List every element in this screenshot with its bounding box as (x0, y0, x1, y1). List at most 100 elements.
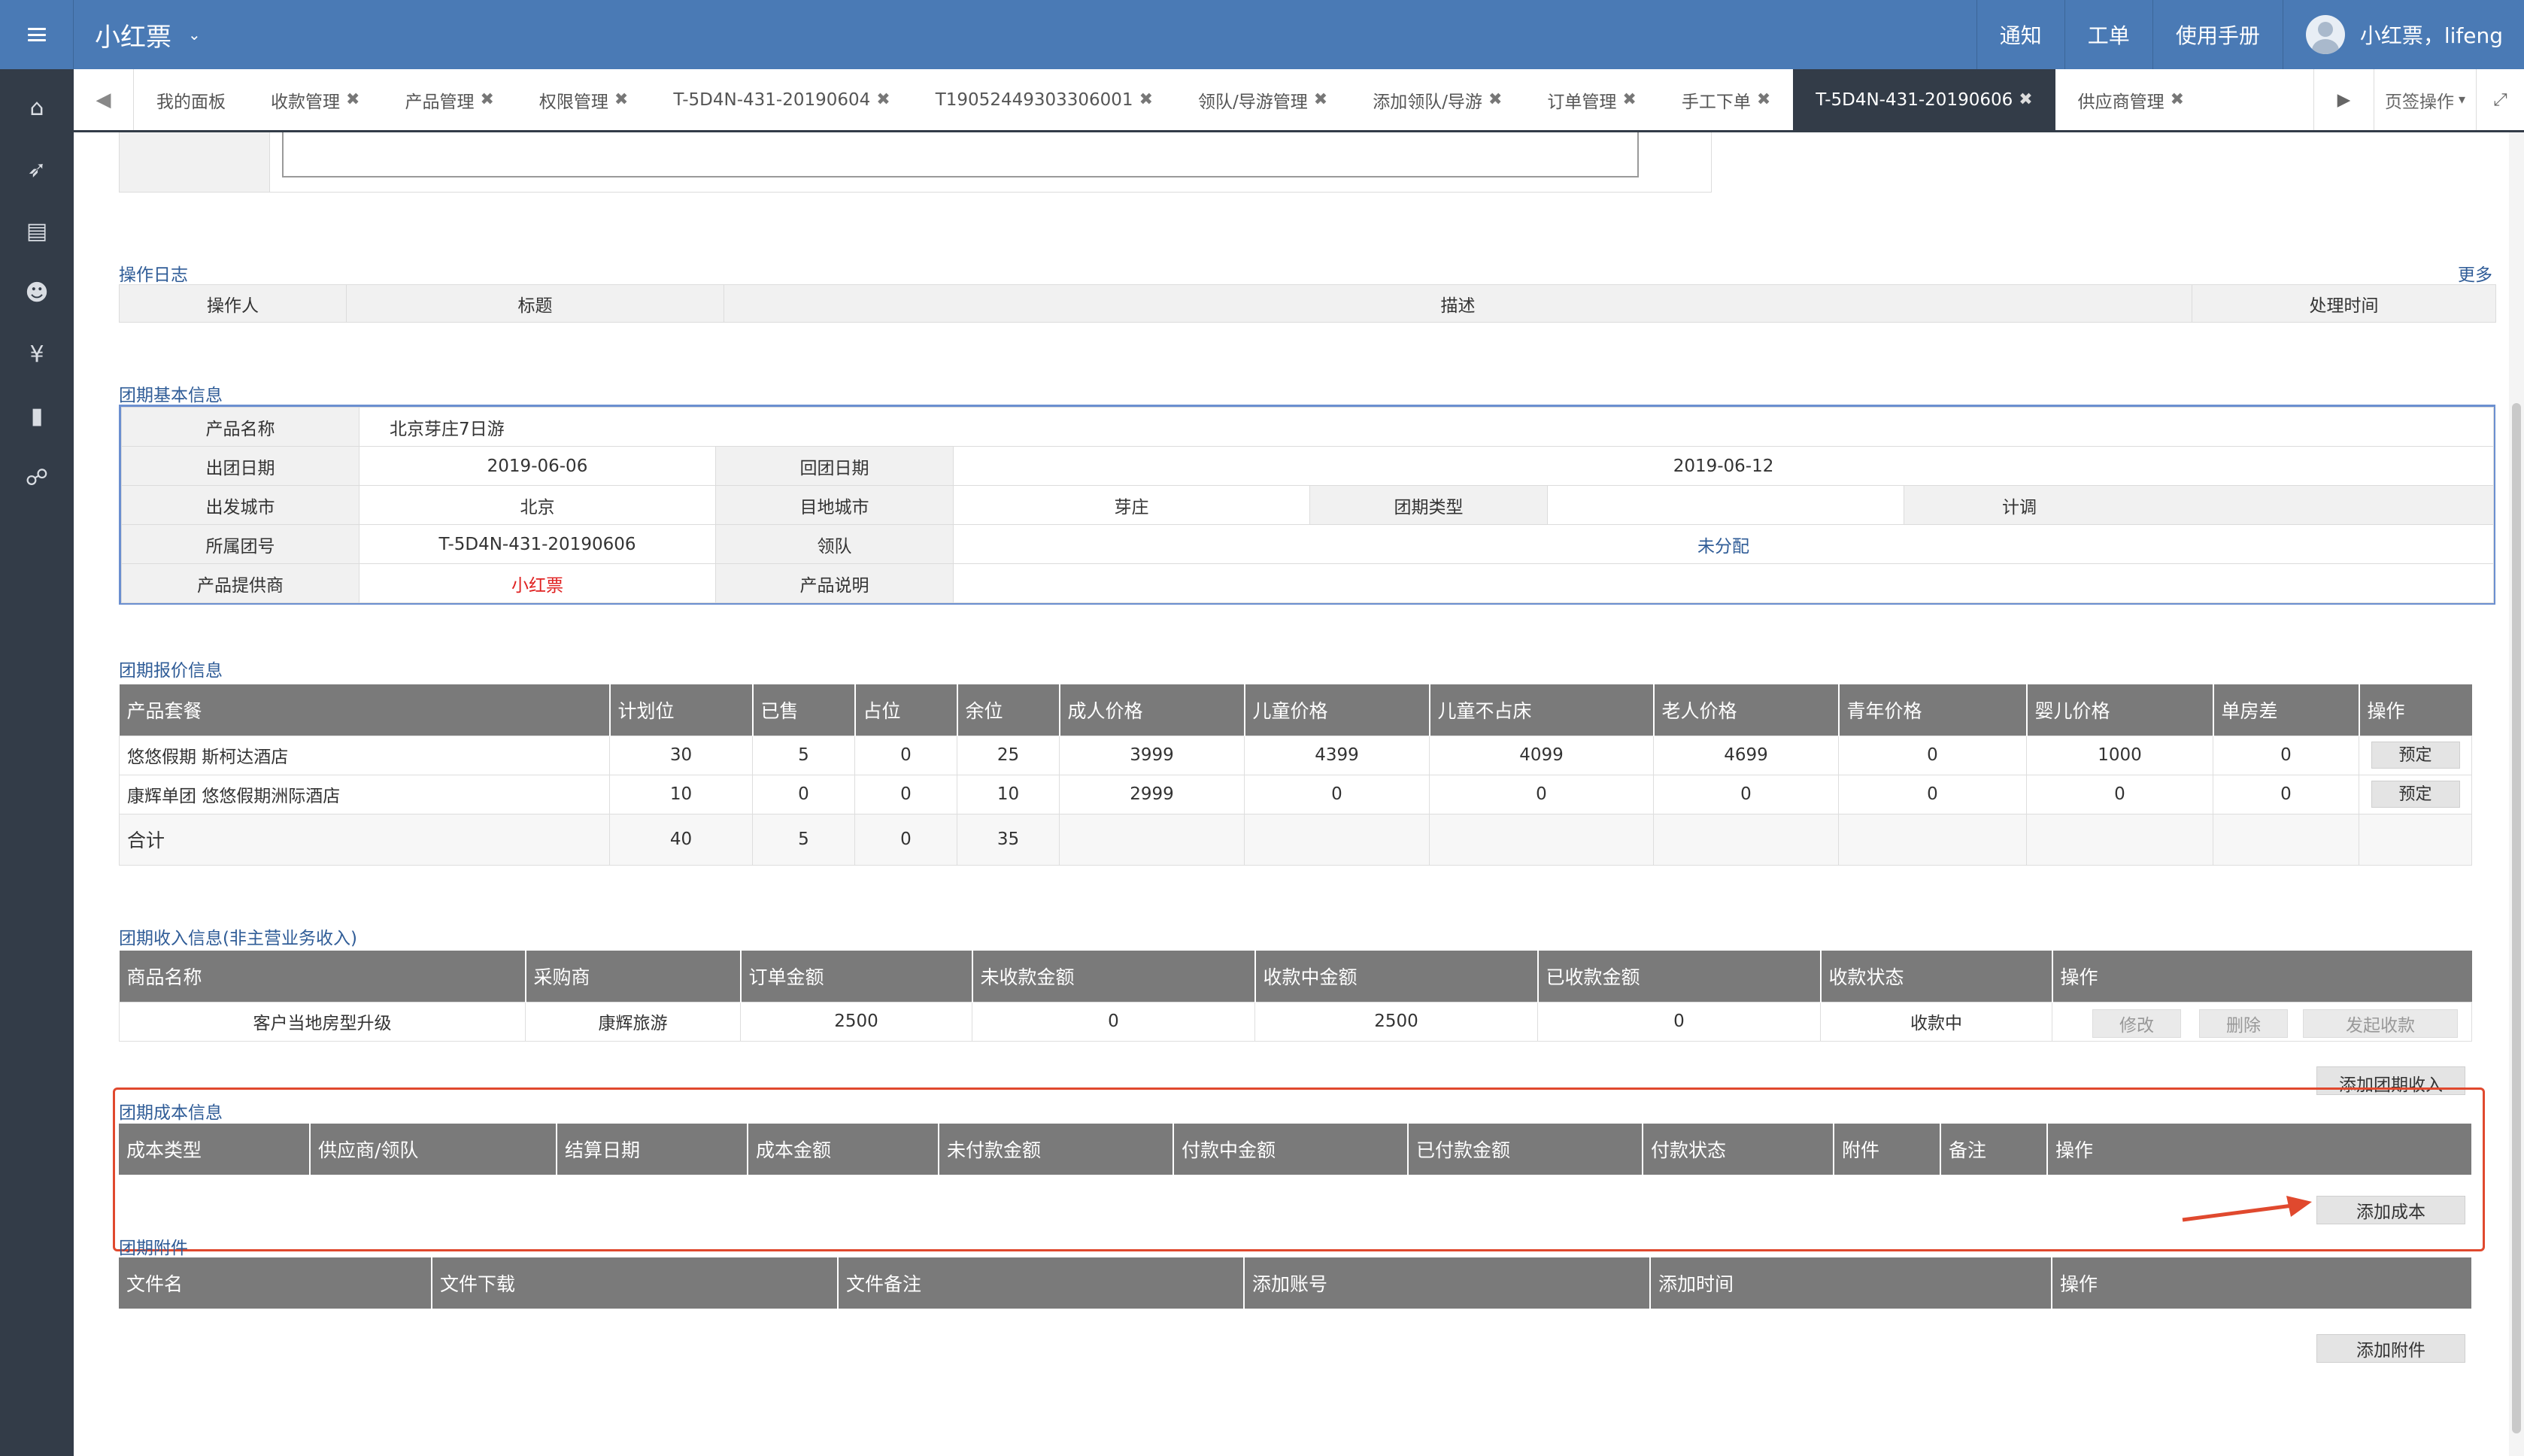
menu-toggle-button[interactable] (0, 0, 74, 69)
fullscreen-button[interactable]: ⤢ (2476, 69, 2524, 130)
tab-9[interactable]: 手工下单 ✖ (1659, 69, 1793, 130)
income-name: 客户当地房型升级 (119, 1001, 526, 1042)
sidebar-item-list[interactable]: ▤ (0, 200, 74, 262)
close-icon[interactable]: ✖ (1139, 90, 1153, 109)
user-menu[interactable]: 小红票，lifeng (2282, 0, 2524, 69)
pricing-col-7: 儿童不占床 (1429, 684, 1655, 736)
sidebar-item-finance[interactable]: ¥ (0, 323, 74, 385)
income-edit-button[interactable]: 修改 (2092, 1009, 2181, 1038)
bar-chart-icon: ▮ (30, 402, 44, 429)
close-icon[interactable]: ✖ (2171, 90, 2184, 109)
leader-value-link[interactable]: 未分配 (952, 524, 2495, 564)
remark-textarea[interactable] (282, 132, 1639, 177)
hamburger-icon (27, 28, 46, 41)
tab-8[interactable]: 订单管理 ✖ (1524, 69, 1658, 130)
tab-3[interactable]: 权限管理 ✖ (517, 69, 651, 130)
pricing-cell-sold: 0 (752, 774, 855, 814)
close-icon[interactable]: ✖ (1757, 90, 1770, 109)
tab-11[interactable]: 供应商管理 ✖ (2055, 69, 2207, 130)
pricing-col-2: 已售 (752, 684, 856, 736)
pricing-col-1: 计划位 (609, 684, 754, 736)
table-row: 康辉单团 悠悠假期洲际酒店 10 0 0 10 2999 0 0 0 0 0 0 预定 (119, 774, 2472, 814)
nav-notifications[interactable]: 通知 (1976, 0, 2064, 69)
supplier-label: 产品提供商 (121, 563, 359, 603)
tab-label: T19052449303306001 (935, 89, 1133, 110)
info-row-product: 产品名称 北京芽庄7日游 (121, 407, 2495, 447)
tab-bar: ◀ 我的面板 收款管理 ✖ 产品管理 ✖ 权限管理 ✖ T-5D4N-431-20190604… (74, 69, 2524, 132)
close-icon[interactable]: ✖ (876, 90, 890, 109)
page-ops-dropdown[interactable]: 页签操作 ▾ (2374, 69, 2476, 130)
pricing-cell-child: 4399 (1244, 735, 1430, 775)
close-icon[interactable]: ✖ (614, 90, 628, 109)
book-button[interactable]: 预定 (2371, 781, 2460, 808)
sidebar-item-users[interactable]: ☻ (0, 262, 74, 323)
cost-table: 成本类型 供应商/领队 结算日期 成本金额 未付款金额 付款中金额 已付款金额 付款状态 附件备… (119, 1124, 2471, 1175)
tab-5[interactable]: T19052449303306001 ✖ (913, 69, 1176, 130)
op-log-more-link[interactable]: 更多 (2458, 260, 2492, 286)
sidebar-item-launch[interactable]: ➶ (0, 138, 74, 200)
pricing-cell-child_nobed: 0 (1429, 774, 1654, 814)
income-delete-button[interactable]: 删除 (2199, 1009, 2288, 1038)
brand-switcher[interactable]: 小红票 ⌄ (95, 0, 201, 69)
add-cost-button[interactable]: 添加成本 (2316, 1196, 2465, 1224)
close-icon[interactable]: ✖ (1622, 90, 1636, 109)
tab-7[interactable]: 添加领队/导游 ✖ (1350, 69, 1524, 130)
close-icon[interactable]: ✖ (1314, 90, 1327, 109)
close-icon[interactable]: ✖ (346, 90, 359, 109)
op-log-col-time: 处理时间 (2192, 284, 2496, 323)
attachments-col-0: 文件名 (119, 1257, 432, 1309)
scrollbar-thumb[interactable] (2512, 403, 2521, 1433)
sidebar-item-org[interactable]: ☍ (0, 447, 74, 508)
income-collected: 0 (1537, 1001, 1821, 1042)
cost-col-7: 付款状态 (1643, 1124, 1834, 1175)
op-log-header-row: 操作人 标题 描述 处理时间 (119, 284, 2496, 323)
tab-6[interactable]: 领队/导游管理 ✖ (1176, 69, 1350, 130)
form-label-cell (120, 132, 270, 192)
pricing-table: 产品套餐 计划位 已售 占位 余位 成人价格 儿童价格 儿童不占床 老人价格 青年价格 婴儿价格 单房… (119, 684, 2472, 866)
book-button[interactable]: 预定 (2371, 742, 2460, 769)
cost-col-4: 未付款金额 (939, 1124, 1174, 1175)
tab-0[interactable]: 我的面板 (134, 69, 248, 130)
tab-2[interactable]: 产品管理 ✖ (382, 69, 516, 130)
tab-label: 领队/导游管理 (1198, 92, 1308, 112)
income-collect-button[interactable]: 发起收款 (2303, 1009, 2458, 1038)
close-icon[interactable]: ✖ (2019, 90, 2032, 109)
attachments-col-5: 操作 (2052, 1257, 2471, 1309)
tab-10[interactable]: T-5D4N-431-20190606 ✖ (1793, 69, 2055, 130)
sidebar-item-home[interactable]: ⌂ (0, 77, 74, 138)
pricing-col-11: 单房差 (2213, 684, 2360, 736)
sidebar: ⌂ ➶ ▤ ☻ ¥ ▮ ☍ (0, 69, 74, 1456)
pricing-col-5: 成人价格 (1059, 684, 1245, 736)
rocket-icon: ➶ (27, 156, 47, 183)
pricing-col-0: 产品套餐 (119, 684, 611, 736)
nav-manual[interactable]: 使用手册 (2152, 0, 2283, 69)
add-attachment-button[interactable]: 添加附件 (2316, 1334, 2465, 1363)
sidebar-item-reports[interactable]: ▮ (0, 385, 74, 447)
pricing-cell-child: 0 (1244, 774, 1430, 814)
tab-scroll-right-button[interactable]: ▶ (2313, 69, 2374, 130)
tab-1[interactable]: 收款管理 ✖ (248, 69, 382, 130)
tab-4[interactable]: T-5D4N-431-20190604 ✖ (651, 69, 912, 130)
tab-scroll-left-button[interactable]: ◀ (74, 69, 134, 130)
nav-tickets[interactable]: 工单 (2064, 0, 2152, 69)
pricing-col-10: 婴儿价格 (2026, 684, 2214, 736)
basic-info-frame: 产品名称 北京芽庄7日游 出团日期 2019-06-06 回团日期 2019-0… (119, 405, 2495, 605)
pricing-col-6: 儿童价格 (1244, 684, 1430, 736)
income-col-4: 收款中金额 (1254, 951, 1539, 1002)
close-icon[interactable]: ✖ (1488, 90, 1502, 109)
tab-list: 我的面板 收款管理 ✖ 产品管理 ✖ 权限管理 ✖ T-5D4N-431-20190604 ✖ T… (134, 69, 2207, 130)
brand-name: 小红票 (95, 22, 171, 53)
annotation-arrow-icon (2182, 1196, 2312, 1222)
pricing-col-8: 老人价格 (1653, 684, 1840, 736)
tab-label: 供应商管理 (2077, 92, 2165, 112)
income-col-2: 订单金额 (740, 951, 973, 1002)
pricing-cell-package: 康辉单团 悠悠假期洲际酒店 (119, 774, 610, 814)
op-log-title: 操作日志 (119, 265, 188, 285)
page-scrollbar[interactable] (2509, 132, 2524, 1456)
pricing-cell-held: 0 (854, 735, 957, 775)
close-icon[interactable]: ✖ (480, 90, 493, 109)
pricing-cell-senior: 0 (1653, 774, 1839, 814)
pricing-cell-plan: 10 (609, 774, 753, 814)
dest-city-label: 目地城市 (715, 485, 954, 525)
supplier-value: 小红票 (359, 563, 716, 603)
